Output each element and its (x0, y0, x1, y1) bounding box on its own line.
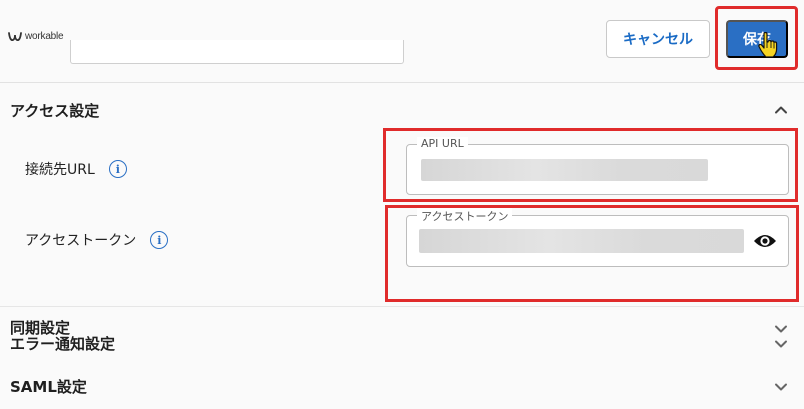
access-token-value (419, 229, 744, 253)
chevron-down-icon[interactable] (773, 336, 789, 352)
connection-url-row: 接続先URL i (25, 159, 127, 179)
chevron-down-icon[interactable] (773, 379, 789, 395)
access-token-field-label: アクセストークン (417, 208, 513, 224)
section-title: SAML設定 (10, 377, 87, 396)
access-token-label: アクセストークン (25, 233, 137, 249)
section-title: エラー通知設定 (10, 334, 116, 353)
section-saml-settings[interactable]: SAML設定 (0, 366, 804, 406)
hand-pointer-icon (758, 32, 778, 58)
api-url-value (421, 159, 708, 181)
section-title: アクセス設定 (10, 101, 100, 120)
api-url-field[interactable]: API URL (406, 137, 789, 195)
eye-icon[interactable] (753, 231, 777, 251)
access-token-row: アクセストークン i (25, 230, 169, 250)
api-url-field-label: API URL (417, 137, 468, 150)
name-input-field[interactable] (70, 40, 404, 64)
workable-logo-icon (8, 31, 22, 41)
section-access-settings[interactable]: アクセス設定 (0, 90, 804, 130)
save-button[interactable]: 保存 (726, 20, 788, 58)
info-circle-icon[interactable]: i (150, 231, 169, 249)
cancel-button[interactable]: キャンセル (606, 20, 710, 58)
info-circle-icon[interactable]: i (108, 160, 127, 178)
chevron-up-icon[interactable] (773, 102, 789, 118)
access-token-field[interactable]: アクセストークン (406, 208, 789, 267)
app-logo: workable (8, 31, 64, 42)
top-bar: workable キャンセル 保存 (0, 0, 804, 83)
section-error-notification-settings[interactable]: エラー通知設定 (0, 322, 804, 364)
connection-url-label: 接続先URL (25, 162, 95, 178)
logo-text: workable (25, 31, 64, 42)
